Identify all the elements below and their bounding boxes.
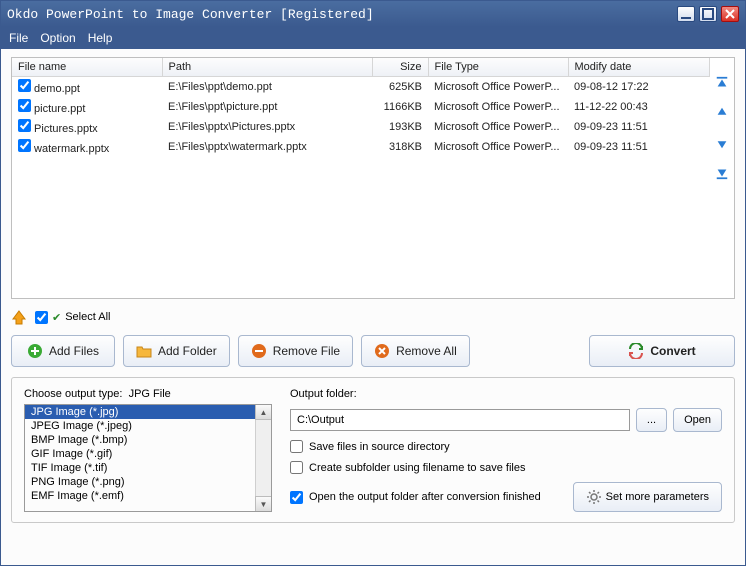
- remove-file-button[interactable]: Remove File: [238, 335, 353, 367]
- add-folder-button[interactable]: Add Folder: [123, 335, 230, 367]
- move-top-icon[interactable]: [714, 76, 730, 90]
- open-after-row[interactable]: Open the output folder after conversion …: [290, 491, 561, 504]
- file-checkbox[interactable]: [18, 79, 31, 92]
- minimize-icon: [678, 6, 694, 22]
- save-source-checkbox[interactable]: [290, 440, 303, 453]
- file-checkbox[interactable]: [18, 99, 31, 112]
- subfolder-row[interactable]: Create subfolder using filename to save …: [290, 461, 722, 474]
- output-folder-section: Output folder: ... Open Save files in so…: [290, 388, 722, 512]
- file-checkbox[interactable]: [18, 119, 31, 132]
- output-type-option[interactable]: EMF Image (*.emf): [25, 489, 255, 503]
- app-window: Okdo PowerPoint to Image Converter [Regi…: [0, 0, 746, 566]
- file-table: File name Path Size File Type Modify dat…: [12, 58, 710, 157]
- client-area: File name Path Size File Type Modify dat…: [1, 49, 745, 565]
- open-after-checkbox[interactable]: [290, 491, 303, 504]
- check-icon: ✔: [52, 311, 61, 324]
- remove-all-icon: [374, 343, 390, 359]
- menu-help[interactable]: Help: [88, 31, 113, 45]
- col-header-name[interactable]: File name: [12, 58, 162, 77]
- subfolder-checkbox[interactable]: [290, 461, 303, 474]
- convert-button[interactable]: Convert: [589, 335, 735, 367]
- remove-all-button[interactable]: Remove All: [361, 335, 470, 367]
- output-type-current: JPG File: [129, 388, 171, 400]
- maximize-button[interactable]: [699, 6, 717, 22]
- output-type-listbox[interactable]: JPG Image (*.jpg)JPEG Image (*.jpeg)BMP …: [24, 404, 272, 512]
- menu-bar: File Option Help: [1, 27, 745, 49]
- window-controls: [677, 6, 739, 22]
- open-after-label: Open the output folder after conversion …: [309, 491, 541, 503]
- output-type-option[interactable]: JPEG Image (*.jpeg): [25, 419, 255, 433]
- more-params-label: Set more parameters: [606, 491, 709, 503]
- add-files-button[interactable]: Add Files: [11, 335, 115, 367]
- table-row[interactable]: picture.pptE:\Files\ppt\picture.ppt1166K…: [12, 97, 710, 117]
- table-row[interactable]: demo.pptE:\Files\ppt\demo.ppt625KBMicros…: [12, 77, 710, 98]
- plus-icon: [27, 343, 43, 359]
- close-button[interactable]: [721, 6, 739, 22]
- convert-icon: [628, 343, 644, 359]
- menu-option[interactable]: Option: [40, 31, 75, 45]
- output-type-label: Choose output type: JPG File: [24, 388, 272, 400]
- scroll-down-icon[interactable]: ▼: [255, 496, 272, 512]
- select-all-row: ✔ Select All: [11, 305, 735, 325]
- window-title: Okdo PowerPoint to Image Converter [Regi…: [7, 7, 677, 22]
- add-files-label: Add Files: [49, 344, 99, 358]
- output-type-option[interactable]: PNG Image (*.png): [25, 475, 255, 489]
- output-type-option[interactable]: JPG Image (*.jpg): [25, 405, 255, 419]
- col-header-type[interactable]: File Type: [428, 58, 568, 77]
- output-folder-label: Output folder:: [290, 388, 722, 400]
- more-params-button[interactable]: Set more parameters: [573, 482, 722, 512]
- output-type-option[interactable]: TIF Image (*.tif): [25, 461, 255, 475]
- output-folder-input[interactable]: [290, 409, 630, 431]
- move-down-icon[interactable]: [714, 136, 730, 150]
- action-button-row: Add Files Add Folder Remove File Remove …: [11, 335, 735, 367]
- output-type-option[interactable]: BMP Image (*.bmp): [25, 433, 255, 447]
- listbox-scrollbar[interactable]: ▲ ▼: [255, 405, 271, 511]
- col-header-date[interactable]: Modify date: [568, 58, 710, 77]
- reorder-controls: [710, 58, 734, 298]
- menu-file[interactable]: File: [9, 31, 28, 45]
- save-source-row[interactable]: Save files in source directory: [290, 440, 722, 453]
- select-all-checkbox[interactable]: [35, 311, 48, 324]
- col-header-size[interactable]: Size: [372, 58, 428, 77]
- output-type-section: Choose output type: JPG File JPG Image (…: [24, 388, 272, 512]
- maximize-icon: [700, 6, 716, 22]
- title-bar: Okdo PowerPoint to Image Converter [Regi…: [1, 1, 745, 27]
- browse-button[interactable]: ...: [636, 408, 667, 432]
- add-folder-label: Add Folder: [158, 344, 217, 358]
- up-arrow-icon[interactable]: [11, 309, 27, 325]
- table-row[interactable]: Pictures.pptxE:\Files\pptx\Pictures.pptx…: [12, 117, 710, 137]
- file-list-panel: File name Path Size File Type Modify dat…: [11, 57, 735, 299]
- scroll-up-icon[interactable]: ▲: [255, 404, 272, 420]
- col-header-path[interactable]: Path: [162, 58, 372, 77]
- remove-all-label: Remove All: [396, 344, 457, 358]
- select-all-checkbox-label[interactable]: ✔ Select All: [35, 311, 110, 324]
- save-source-label: Save files in source directory: [309, 441, 450, 453]
- bottom-panel: Choose output type: JPG File JPG Image (…: [11, 377, 735, 523]
- select-all-label: Select All: [65, 311, 110, 323]
- minus-icon: [251, 343, 267, 359]
- remove-file-label: Remove File: [273, 344, 340, 358]
- gear-icon: [586, 489, 602, 505]
- move-up-icon[interactable]: [714, 106, 730, 120]
- subfolder-label: Create subfolder using filename to save …: [309, 462, 525, 474]
- file-table-area: File name Path Size File Type Modify dat…: [12, 58, 710, 298]
- folder-icon: [136, 343, 152, 359]
- convert-label: Convert: [650, 344, 695, 358]
- file-checkbox[interactable]: [18, 139, 31, 152]
- open-folder-button[interactable]: Open: [673, 408, 722, 432]
- close-icon: [722, 6, 738, 22]
- move-bottom-icon[interactable]: [714, 166, 730, 180]
- minimize-button[interactable]: [677, 6, 695, 22]
- output-type-option[interactable]: GIF Image (*.gif): [25, 447, 255, 461]
- table-row[interactable]: watermark.pptxE:\Files\pptx\watermark.pp…: [12, 137, 710, 157]
